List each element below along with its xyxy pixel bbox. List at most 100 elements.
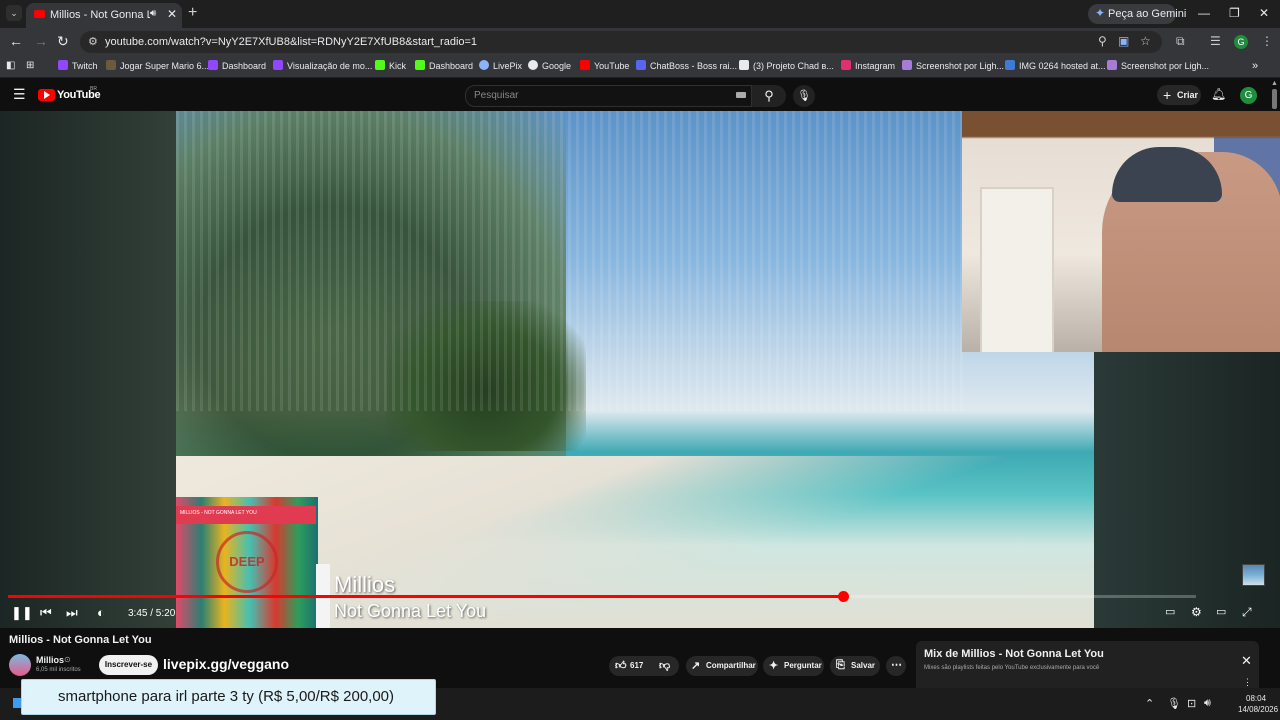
reload-icon[interactable]: ↻ — [57, 33, 69, 50]
donation-text: smartphone para irl parte 3 ty (R$ 5,00/… — [58, 688, 395, 705]
bookmark-item[interactable]: Screenshot por Ligh... — [902, 60, 1004, 74]
menu-icon[interactable]: ☰ — [13, 86, 26, 103]
site-info-icon[interactable]: ⚙ — [88, 35, 98, 48]
theater-mode-icon[interactable]: ▭ — [1216, 605, 1226, 618]
thumbs-down-icon[interactable]: 👎︎ — [659, 659, 670, 672]
bookmark-item[interactable]: LivePix — [479, 60, 522, 74]
mic-icon[interactable]: 🎙︎ — [793, 85, 815, 107]
extensions-icon[interactable]: ⧉ — [1176, 34, 1185, 49]
save-button[interactable]: ⎘ Salvar — [830, 656, 880, 676]
bookmark-label: Google — [542, 61, 572, 71]
bookmark-item[interactable]: Dashboard — [415, 60, 473, 74]
progress-bar[interactable] — [8, 591, 1196, 602]
pause-icon[interactable]: ❚❚ — [11, 605, 33, 621]
bookmark-item[interactable]: IMG 0264 hosted at... — [1005, 60, 1106, 74]
bookmark-item[interactable]: Jogar Super Mario 6... — [106, 60, 209, 74]
apps-grid-icon[interactable]: ⊞ — [26, 60, 34, 74]
bookmark-item[interactable]: Twitch — [58, 60, 98, 74]
album-logo: DEEP — [216, 531, 278, 593]
clock-time[interactable]: 08:04 — [1246, 694, 1266, 703]
next-icon[interactable]: ⏭︎ — [66, 605, 78, 621]
fullscreen-icon[interactable]: ⤢ — [1242, 605, 1252, 620]
bell-icon[interactable]: 🔔︎ — [1211, 87, 1226, 101]
bookmark-label: Visualização de mo... — [287, 61, 373, 71]
webcam-overlay — [962, 111, 1280, 352]
livepix-overlay-text: livepix.gg/veggano — [163, 656, 290, 672]
close-tab-icon[interactable]: ✕ — [167, 7, 177, 21]
back-icon[interactable]: ← — [9, 33, 23, 49]
forward-icon[interactable]: → — [34, 33, 48, 49]
more-bookmarks-icon[interactable]: » — [1252, 60, 1258, 74]
donation-alert: smartphone para irl parte 3 ty (R$ 5,00/… — [21, 679, 436, 715]
network-icon[interactable]: ⊡ — [1187, 697, 1196, 710]
channel-avatar[interactable] — [9, 654, 31, 676]
side-panel-icon[interactable]: ◧ — [6, 60, 15, 74]
zoom-icon[interactable]: ⚲ — [1098, 34, 1107, 48]
translate-icon[interactable]: ▣ — [1118, 34, 1129, 48]
bookmark-item[interactable]: (3) Projeto Chad в... — [739, 60, 834, 74]
previous-icon[interactable]: ⏮︎ — [40, 605, 52, 621]
channel-name[interactable]: Millios — [36, 655, 64, 665]
browser-tab-bar: ⌄ Millios - Not Gonna Let You 🔊︎ ✕ + ✦ P… — [0, 0, 1280, 28]
bookmark-star-icon[interactable]: ☆ — [1140, 34, 1151, 48]
share-label: Compartilhar — [706, 661, 756, 670]
chatboss-icon — [636, 60, 646, 70]
reading-list-icon[interactable]: ☰ — [1210, 34, 1221, 48]
url-text: youtube.com/watch?v=NyY2E7XfUB8&list=RDN… — [105, 36, 478, 48]
profile-avatar[interactable]: G — [1234, 35, 1248, 49]
bookmark-item[interactable]: Google — [528, 60, 571, 74]
new-tab-icon[interactable]: + — [188, 4, 197, 22]
bookmark-item[interactable]: Dashboard — [208, 60, 266, 74]
browser-menu-icon[interactable]: ⋮ — [1261, 34, 1273, 48]
search-input[interactable] — [474, 90, 724, 101]
restore-icon[interactable]: ❐ — [1229, 6, 1240, 20]
microphone-icon[interactable]: 🎙︎ — [1167, 697, 1181, 710]
share-button[interactable]: ↗ Compartilhar — [686, 656, 758, 676]
more-vertical-icon[interactable]: ⋮ — [1243, 677, 1252, 688]
bookmark-item[interactable]: YouTube — [580, 60, 629, 74]
volume-icon[interactable]: ◐ — [97, 605, 105, 620]
speaker-icon[interactable]: 🔊︎ — [150, 8, 156, 19]
bookmark-item[interactable]: Instagram — [841, 60, 895, 74]
gemini-button[interactable]: ✦ Peça ao Gemini — [1088, 4, 1186, 24]
like-button[interactable]: 👍︎ 617 👎︎ — [609, 656, 679, 676]
ask-button[interactable]: ✦ Perguntar — [763, 656, 824, 676]
bookmark-label: Screenshot por Ligh... — [1121, 61, 1210, 71]
close-icon[interactable]: ✕ — [1241, 653, 1252, 669]
subscribe-button[interactable]: Inscrever-se — [99, 655, 158, 675]
x-icon — [739, 60, 749, 70]
browser-tab[interactable]: Millios - Not Gonna Let You 🔊︎ ✕ — [26, 3, 182, 28]
bookmark-label: IMG 0264 hosted at... — [1019, 61, 1106, 71]
gemini-sparkle-icon: ✦ — [1095, 6, 1106, 20]
lightshot-icon — [1107, 60, 1117, 70]
search-icon[interactable]: ⚲ — [752, 85, 786, 107]
more-actions-button[interactable]: ⋯ — [886, 656, 906, 676]
tab-search-menu-icon[interactable]: ⌄ — [6, 5, 22, 21]
video-title: Millios - Not Gonna Let You — [9, 634, 152, 646]
video-player[interactable]: MILLIOS - NOT GONNA LET YOU DEEP Millios… — [0, 111, 1280, 628]
clock-date[interactable]: 14/08/2026 — [1238, 705, 1278, 714]
bookmark-label: Twitch — [72, 61, 98, 71]
twitch-icon — [58, 60, 68, 70]
create-button[interactable]: + Criar — [1157, 85, 1201, 105]
bookmark-item[interactable]: ChatBoss - Boss rai... — [636, 60, 737, 74]
bookmark-item[interactable]: Visualização de mo... — [273, 60, 372, 74]
keyboard-icon[interactable] — [736, 92, 746, 98]
address-bar[interactable]: ⚙ youtube.com/watch?v=NyY2E7XfUB8&list=R… — [80, 31, 1162, 53]
scrollbar-thumb[interactable] — [1272, 89, 1277, 109]
tray-chevron-icon[interactable]: ⌃ — [1145, 697, 1154, 710]
close-window-icon[interactable]: ✕ — [1259, 6, 1269, 20]
minimize-icon[interactable]: — — [1198, 6, 1210, 20]
volume-tray-icon[interactable]: 🔊︎ — [1204, 697, 1211, 710]
mix-title[interactable]: Mix de Millios - Not Gonna Let You — [924, 648, 1104, 660]
bookmark-label: Dashboard — [429, 61, 474, 71]
bookmarks-bar: ◧ ⊞ Twitch Jogar Super Mario 6... Dashbo… — [0, 56, 1280, 78]
next-video-thumbnail[interactable] — [1242, 564, 1265, 586]
bookmark-item[interactable]: Kick — [375, 60, 406, 74]
bookmark-item[interactable]: Screenshot por Ligh... — [1107, 60, 1209, 74]
subtitles-icon[interactable]: ▭ — [1165, 605, 1175, 618]
account-avatar[interactable]: G — [1240, 87, 1257, 104]
plus-icon: + — [1163, 87, 1172, 103]
scroll-up-icon[interactable]: ▲ — [1271, 80, 1278, 87]
settings-gear-icon[interactable]: ⚙ — [1191, 605, 1202, 619]
